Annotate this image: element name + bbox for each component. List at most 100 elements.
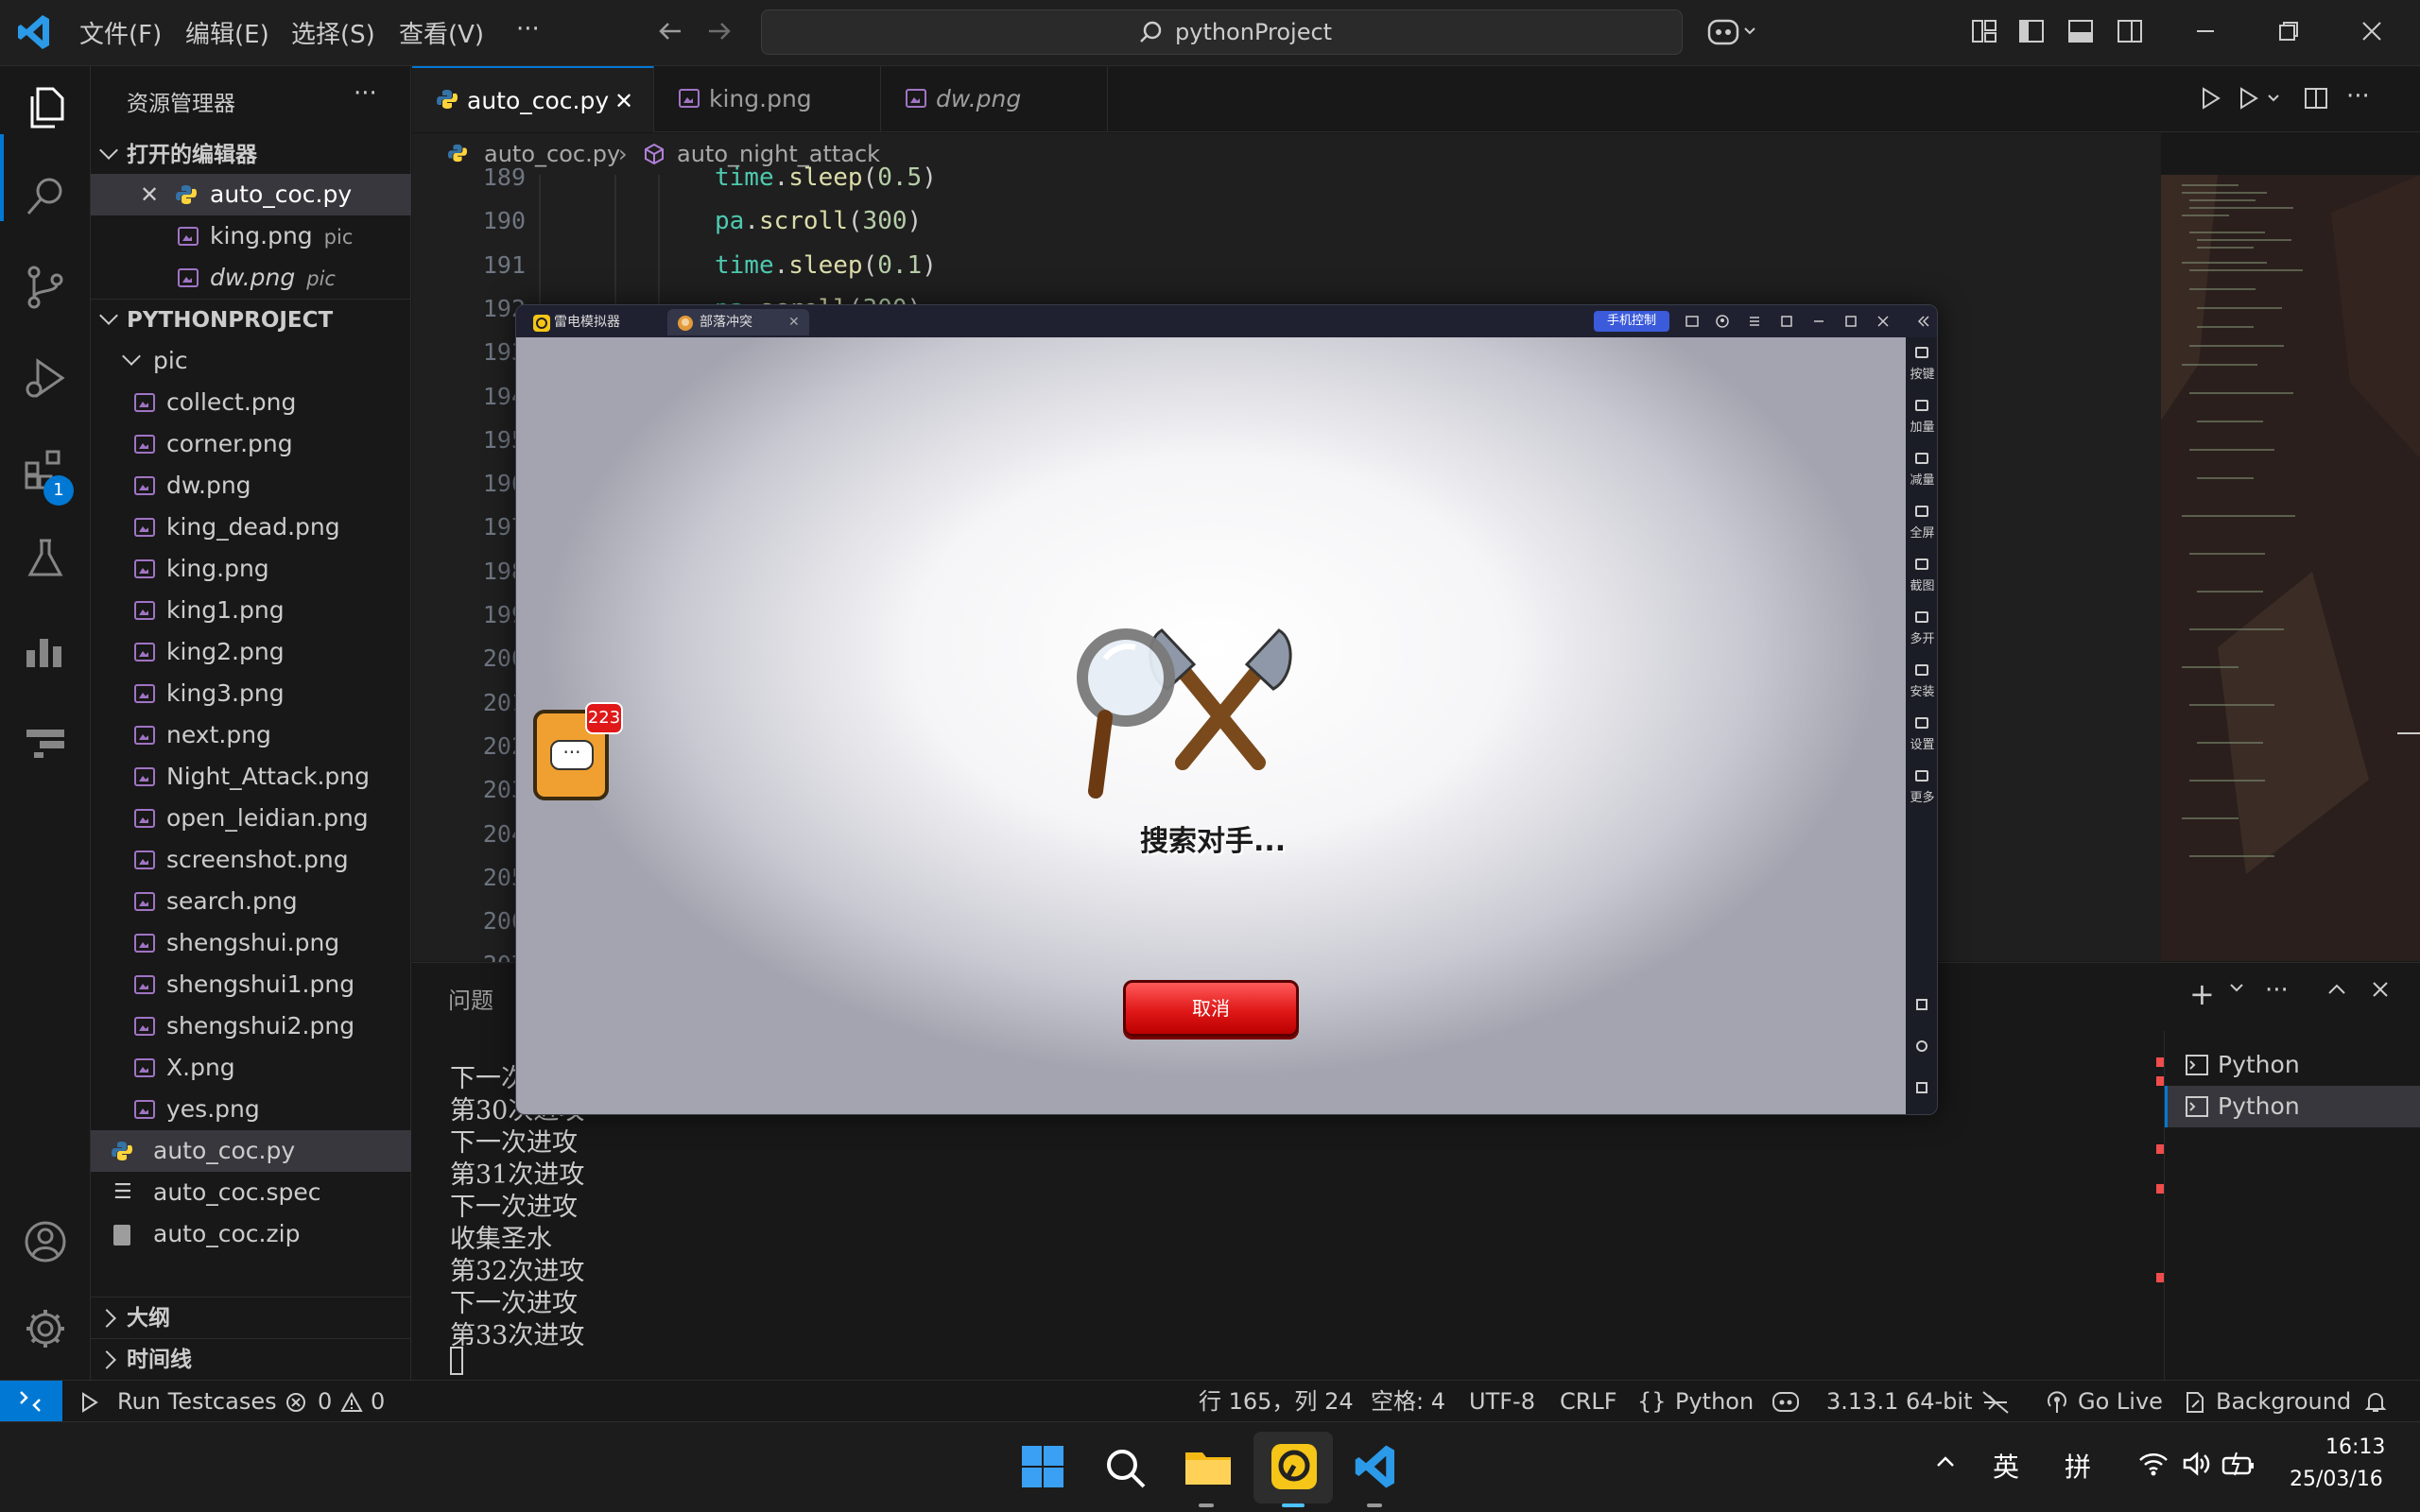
file-item[interactable]: search.png	[91, 881, 411, 922]
emulator-tool-label[interactable]: 设置	[1906, 734, 1937, 752]
search-icon[interactable]	[1104, 1447, 1148, 1490]
ldplayer-icon[interactable]	[1270, 1443, 1318, 1490]
tab-problems[interactable]: 问题	[448, 982, 493, 1015]
menu-more[interactable]: ···	[516, 15, 540, 43]
windows-start-icon[interactable]	[1021, 1445, 1064, 1488]
file-item[interactable]: screenshot.png	[91, 839, 411, 881]
more-actions-icon[interactable]: ···	[2265, 976, 2289, 1005]
remote-explorer-icon[interactable]	[21, 716, 70, 765]
file-item[interactable]: king2.png	[91, 631, 411, 673]
file-item[interactable]: corner.png	[91, 423, 411, 465]
restore-icon[interactable]	[2274, 17, 2303, 45]
file-item[interactable]: ☰ auto_coc.spec	[91, 1172, 411, 1213]
game-screen[interactable]: ··· 223 搜索对手... 取消	[516, 337, 1906, 1114]
folder-pic[interactable]: pic	[91, 340, 411, 382]
tab-auto-coc-py[interactable]: auto_coc.py ✕	[412, 66, 654, 132]
recents-nav-icon[interactable]	[1916, 1082, 1927, 1093]
emulator-tool-icon[interactable]	[1685, 314, 1700, 329]
copilot-icon[interactable]	[1772, 1390, 1800, 1413]
toggle-panel-icon[interactable]	[2066, 17, 2095, 45]
chevron-down-icon[interactable]	[2227, 978, 2246, 997]
forward-arrow-icon[interactable]	[705, 17, 734, 45]
back-arrow-icon[interactable]	[656, 17, 684, 45]
command-center-search[interactable]: pythonProject	[761, 9, 1683, 55]
emulator-tool-label[interactable]: 加量	[1906, 417, 1937, 435]
close-tab-icon[interactable]: ✕	[788, 309, 800, 335]
toggle-secondary-sidebar-icon[interactable]	[2116, 17, 2144, 45]
minimize-icon[interactable]	[1811, 314, 1826, 329]
ime-language[interactable]: 英	[1993, 1447, 2019, 1485]
file-explorer-icon[interactable]	[1184, 1445, 1233, 1488]
file-item[interactable]: shengshui1.png	[91, 964, 411, 1005]
no-broadcast-icon[interactable]	[1981, 1390, 2010, 1415]
menu-selection[interactable]: 选择(S)	[291, 15, 375, 50]
file-item[interactable]: shengshui.png	[91, 922, 411, 964]
open-editors-header[interactable]: 打开的编辑器	[91, 134, 411, 176]
file-item[interactable]: shengshui2.png	[91, 1005, 411, 1047]
home-nav-icon[interactable]	[1916, 1040, 1927, 1052]
emulator-tool-label[interactable]: 多开	[1906, 628, 1937, 646]
settings-gear-icon[interactable]	[21, 1304, 70, 1353]
notifications-bell-icon[interactable]	[2363, 1390, 2388, 1415]
debug-run-icon[interactable]	[2237, 85, 2284, 112]
open-editor-item[interactable]: king.png pic	[91, 215, 411, 257]
minimap[interactable]	[2161, 175, 2420, 961]
file-item[interactable]: auto_coc.zip	[91, 1213, 411, 1255]
python-interpreter[interactable]: 3.13.1 64-bit	[1826, 1381, 1972, 1422]
file-item[interactable]: king3.png	[91, 673, 411, 714]
file-item[interactable]: X.png	[91, 1047, 411, 1089]
emulator-tool-label[interactable]: 安装	[1906, 681, 1937, 699]
close-editor-icon[interactable]: ✕	[140, 174, 159, 215]
terminal-item[interactable]: Python	[2165, 1086, 2420, 1127]
clock-time[interactable]: 16:13	[2325, 1435, 2385, 1459]
minimize-icon[interactable]	[2191, 17, 2220, 45]
search-icon[interactable]	[21, 172, 70, 221]
testing-icon[interactable]	[21, 535, 70, 584]
back-nav-icon[interactable]	[1916, 999, 1927, 1010]
menu-file[interactable]: 文件(F)	[79, 15, 162, 50]
close-icon[interactable]	[2358, 17, 2386, 45]
vscode-icon[interactable]	[1352, 1443, 1399, 1490]
emulator-tool-label[interactable]: 更多	[1906, 787, 1937, 805]
cancel-search-button[interactable]: 取消	[1123, 980, 1299, 1037]
timeline-header[interactable]: 时间线	[91, 1338, 411, 1380]
charts-icon[interactable]	[21, 626, 70, 675]
close-icon[interactable]	[1876, 314, 1891, 329]
battery-icon[interactable]	[2221, 1451, 2256, 1477]
file-item[interactable]: Night_Attack.png	[91, 756, 411, 798]
maximize-panel-icon[interactable]	[2325, 978, 2348, 1001]
file-item[interactable]: dw.png	[91, 465, 411, 507]
toggle-sidebar-icon[interactable]	[2017, 17, 2046, 45]
maximize-icon[interactable]	[1843, 314, 1858, 329]
project-header[interactable]: PYTHONPROJECT	[91, 299, 411, 340]
file-item[interactable]: king_dead.png	[91, 507, 411, 548]
file-item[interactable]: yes.png	[91, 1089, 411, 1130]
emulator-tool-label[interactable]: 按键	[1906, 364, 1937, 382]
file-item[interactable]: auto_coc.py	[91, 1130, 411, 1172]
new-terminal-icon[interactable]: +	[2189, 976, 2215, 1012]
pin-icon[interactable]	[1779, 314, 1794, 329]
tab-king-png[interactable]: king.png	[654, 66, 881, 132]
copilot-icon[interactable]	[1707, 15, 1758, 47]
file-item[interactable]: collect.png	[91, 382, 411, 423]
explorer-icon[interactable]	[21, 83, 70, 132]
run-file-icon[interactable]	[2197, 85, 2223, 112]
show-hidden-icons[interactable]	[1934, 1451, 1957, 1473]
remote-indicator[interactable]	[0, 1381, 62, 1422]
encoding[interactable]: UTF-8	[1469, 1381, 1535, 1422]
more-actions-icon[interactable]: ···	[354, 79, 377, 108]
clock-date[interactable]: 25/03/16	[2290, 1468, 2383, 1491]
source-control-icon[interactable]	[21, 263, 70, 312]
emulator-tool-label[interactable]: 减量	[1906, 470, 1937, 488]
file-item[interactable]: next.png	[91, 714, 411, 756]
close-panel-icon[interactable]	[2369, 978, 2392, 1001]
emulator-tool-label[interactable]: 截图	[1906, 576, 1937, 593]
account-icon[interactable]	[21, 1217, 70, 1266]
chat-button[interactable]: ··· 223	[533, 702, 623, 800]
emulator-tool-label[interactable]: 全屏	[1906, 523, 1937, 541]
user-icon[interactable]	[1715, 314, 1730, 329]
open-editor-item[interactable]: dw.png pic	[91, 257, 411, 299]
file-item[interactable]: king.png	[91, 548, 411, 590]
wifi-icon[interactable]	[2138, 1451, 2169, 1477]
tab-dw-png[interactable]: dw.png	[881, 66, 1108, 132]
